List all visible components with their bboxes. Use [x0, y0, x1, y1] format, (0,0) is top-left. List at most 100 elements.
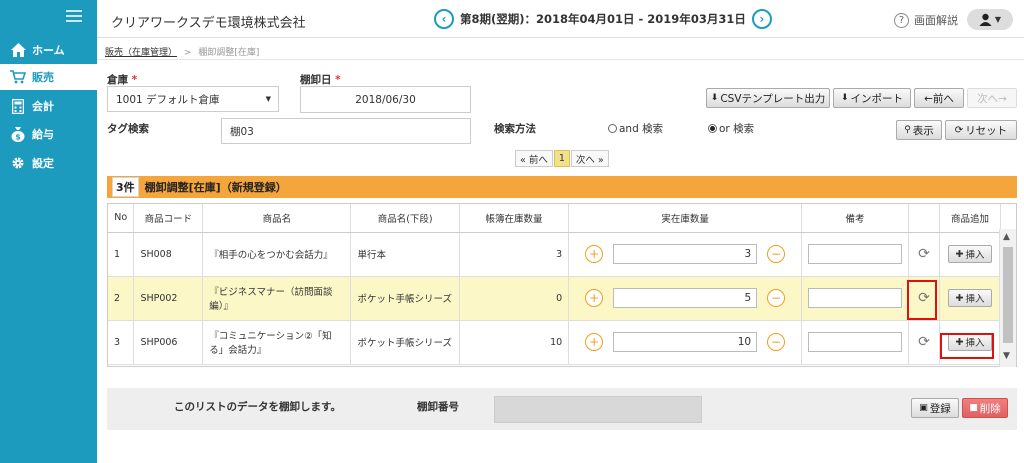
svg-text:$: $	[15, 132, 21, 141]
col-header: 帳簿在庫数量	[459, 204, 570, 233]
warehouse-select-value: 1001 デフォルト倉庫	[116, 93, 220, 106]
plus-icon: ✚	[955, 248, 964, 260]
insert-label: 挿入	[965, 250, 985, 261]
col-header: 備考	[801, 204, 910, 233]
sidebar-item-home[interactable]: ホーム	[0, 37, 97, 63]
memo-input[interactable]	[808, 244, 903, 264]
caret-down-icon: ▼	[994, 15, 1002, 24]
sidebar-item-sales[interactable]: 販売	[0, 64, 97, 90]
actual-qty-input[interactable]: 10	[613, 332, 758, 352]
tag-search-input[interactable]: 棚03	[221, 118, 471, 144]
pager-next[interactable]: 次へ »	[570, 150, 609, 167]
radio-label: and 検索	[619, 123, 664, 135]
fiscal-period: 第8期(翌期)：2018年04月01日 - 2019年03月31日	[460, 12, 746, 26]
refresh-icon[interactable]: ⟳	[908, 232, 940, 277]
cell-no: 1	[108, 232, 135, 277]
user-menu-button[interactable]: ▼	[967, 9, 1013, 30]
radio-and-search[interactable]: and 検索	[608, 121, 663, 136]
table-scrollbar[interactable]: ▲ ▼	[999, 229, 1016, 367]
help-link[interactable]: ? 画面解説	[894, 12, 958, 28]
actual-qty-input[interactable]: 5	[613, 288, 758, 308]
col-header: 商品追加	[939, 204, 1001, 233]
cell-book-qty: 3	[459, 232, 570, 277]
sidebar-item-payroll[interactable]: $ 給与	[0, 121, 97, 147]
show-label: 表示	[912, 124, 934, 137]
col-header: 実在庫数量	[568, 204, 803, 233]
plus-icon: ✚	[955, 292, 964, 304]
cell-actual-qty: + 3 −	[568, 232, 803, 277]
minus-icon[interactable]: −	[767, 333, 786, 351]
reset-button[interactable]: ⟳ リセット	[945, 120, 1017, 140]
cell-code: SH008	[133, 232, 204, 277]
pager-prev[interactable]: « 前へ	[515, 150, 553, 167]
cell-no: 3	[108, 320, 135, 365]
insert-button[interactable]: ✚ 挿入	[948, 289, 992, 307]
next-button[interactable]: 次へ→	[967, 88, 1017, 108]
delete-button[interactable]: ■ 削除	[962, 398, 1008, 418]
actual-qty-input[interactable]: 3	[613, 244, 758, 264]
pagination: « 前へ 1 次へ »	[515, 150, 610, 167]
trash-icon: ■	[969, 403, 978, 413]
top-header: クリアワークスデモ環境株式会社 ‹ 第8期(翌期)：2018年04月01日 - …	[97, 0, 1024, 38]
refresh-icon[interactable]: ⟳	[908, 320, 940, 365]
warehouse-select[interactable]: 1001 デフォルト倉庫 ▼	[107, 86, 279, 112]
cell-name: 『ビジネスマナー（訪問面談編）』	[202, 276, 352, 321]
csv-template-button[interactable]: ⬇ CSVテンプレート出力	[706, 88, 830, 108]
required-mark: *	[335, 74, 341, 86]
scrollbar-thumb[interactable]	[1003, 247, 1013, 343]
table-row: 1 SH008 『相手の心をつかむ会話力』 単行本 3 + 3 − ⟳ ✚ 挿入	[108, 232, 1001, 277]
col-header	[908, 204, 940, 233]
memo-input[interactable]	[808, 288, 903, 308]
warehouse-label-text: 倉庫	[107, 74, 128, 86]
col-header: 商品名(下段)	[350, 204, 460, 233]
plus-icon[interactable]: +	[585, 289, 604, 307]
sidebar: ホーム 販売 会計 $ 給与 設定	[0, 0, 97, 463]
date-label-text: 棚卸日	[300, 74, 332, 86]
pager-page-current[interactable]: 1	[553, 150, 570, 167]
date-label: 棚卸日 *	[300, 72, 341, 87]
chevron-down-icon[interactable]: ▼	[1003, 351, 1010, 361]
minus-icon[interactable]: −	[767, 289, 786, 307]
show-button[interactable]: ⚲ 表示	[896, 120, 942, 140]
hamburger-menu-icon[interactable]	[66, 10, 82, 24]
plus-icon[interactable]: +	[585, 333, 604, 351]
download-icon: ⬇	[840, 93, 849, 103]
date-input[interactable]: 2018/06/30	[300, 86, 471, 113]
prev-button[interactable]: ←前へ	[914, 88, 964, 108]
breadcrumb-link-sales[interactable]: 販売（在庫管理）	[105, 48, 177, 58]
footer-bar: このリストのデータを棚卸します。 棚卸番号	[107, 388, 1017, 430]
sidebar-item-accounting[interactable]: 会計	[0, 93, 97, 119]
record-count: 3件	[112, 177, 139, 197]
import-button[interactable]: ⬇ インポート	[833, 88, 911, 108]
minus-icon[interactable]: −	[767, 245, 786, 263]
tag-search-label: タグ検索	[107, 123, 149, 135]
inventory-number-label: 棚卸番号	[417, 401, 459, 413]
radio-or-search[interactable]: or 検索	[708, 121, 754, 136]
sidebar-item-label: 会計	[32, 100, 54, 113]
cell-book-qty: 0	[459, 276, 570, 321]
table-row: 3 SHP006 『コミュニケーション②「知る」会話力』 ポケット手帳シリーズ …	[108, 320, 1001, 365]
calculator-icon	[10, 98, 26, 114]
register-label: 登録	[929, 402, 951, 415]
reset-label: リセット	[965, 124, 1008, 137]
radio-circle	[608, 124, 617, 133]
insert-button[interactable]: ✚ 挿入	[948, 245, 992, 263]
cell-add: ✚ 挿入	[939, 232, 1001, 277]
inventory-number-field	[494, 396, 702, 423]
list-title: 棚卸調整[在庫]（新規登録）	[144, 181, 287, 194]
cell-actual-qty: + 5 −	[568, 276, 803, 321]
highlight-box-insert	[940, 333, 994, 359]
sidebar-item-settings[interactable]: 設定	[0, 150, 97, 176]
save-icon: ▣	[919, 403, 928, 413]
chevron-right-icon[interactable]: ›	[751, 9, 772, 29]
import-label: インポート	[850, 92, 904, 105]
plus-icon[interactable]: +	[585, 245, 604, 263]
chevron-up-icon[interactable]: ▲	[1003, 232, 1010, 242]
chevron-left-icon[interactable]: ‹	[434, 9, 454, 29]
memo-input[interactable]	[808, 332, 903, 352]
cell-memo	[801, 232, 910, 277]
quantity-stepper: + 3 −	[575, 244, 795, 264]
register-button[interactable]: ▣ 登録	[911, 398, 959, 418]
search-method-label: 検索方法	[494, 123, 536, 135]
cell-memo	[801, 276, 910, 321]
